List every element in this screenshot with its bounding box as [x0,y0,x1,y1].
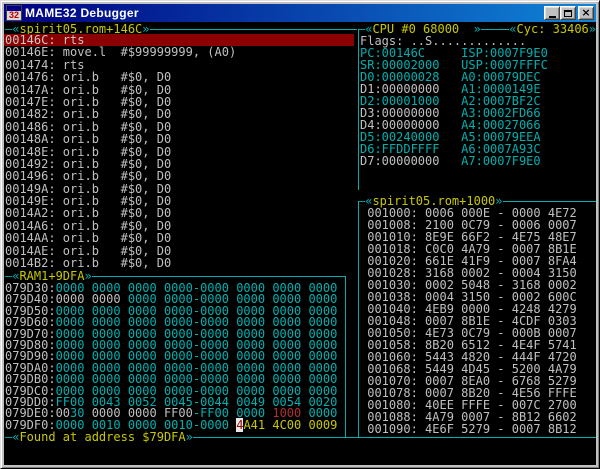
header-rule [150,29,357,30]
close-button[interactable]: × [578,6,594,20]
cpu-pane-border [358,29,359,190]
ram-header-rule [92,276,345,277]
maximize-icon [564,10,572,17]
debugger-client: —«spirit05.rom+146C» 00146C: rts00146E: … [4,22,596,465]
disasm-row[interactable]: 001482: ori.b #$0, D0 [4,108,354,120]
cpu-header-rule [481,29,509,30]
maximize-button[interactable] [560,6,576,20]
rom-rows: 001000: 0006 000E - 0000 4E72 001008: 21… [360,207,577,435]
titlebar[interactable]: 32 MAME32 Debugger × [4,4,596,22]
rom-header-rule [503,201,596,202]
disasm-row[interactable]: 001476: ori.b #$0, D0 [4,71,354,83]
ram-rows: 079D30:0000 0000 0000 0000-0000 0000 000… [5,283,337,431]
rom-pane-border [358,201,359,437]
close-icon: × [581,8,590,18]
register-row: D7:00000000 A7:0007F9E0 [360,155,548,167]
status-message: Found at address $79DFA [19,431,185,443]
debugger-window: 32 MAME32 Debugger × —«spirit05.rom+146C… [0,0,600,469]
window-title: MAME32 Debugger [25,6,541,20]
disasm-row[interactable]: 0014B2: ori.b #$0, D0 [4,257,354,269]
status-line: —«Found at address $79DFA» [5,431,596,443]
disasm-row[interactable]: 0014A2: ori.b #$0, D0 [4,207,354,219]
mame32-app-icon: 32 [6,5,22,21]
app-icon-label: 32 [7,11,21,20]
cpu-registers: PC:00146C ISP:0007F9E0SR:00002000 USP:00… [360,47,548,167]
window-controls: × [544,6,594,20]
disasm-row[interactable]: 001496: ori.b #$0, D0 [4,170,354,182]
minimize-button[interactable] [544,6,560,20]
status-rule [193,437,596,438]
disasm-row[interactable]: 00148A: ori.b #$0, D0 [4,133,354,145]
minimize-icon [549,16,556,18]
ram-pane-border [345,276,346,437]
disassembly-rows: 00146C: rts00146E: move.l #$99999999, (A… [4,34,354,269]
disasm-row[interactable]: 00146E: move.l #$99999999, (A0) [4,46,354,58]
disasm-row[interactable]: 0014AA: ori.b #$0, D0 [4,232,354,244]
cycle-counter: Cyc: 33406 [517,23,589,35]
